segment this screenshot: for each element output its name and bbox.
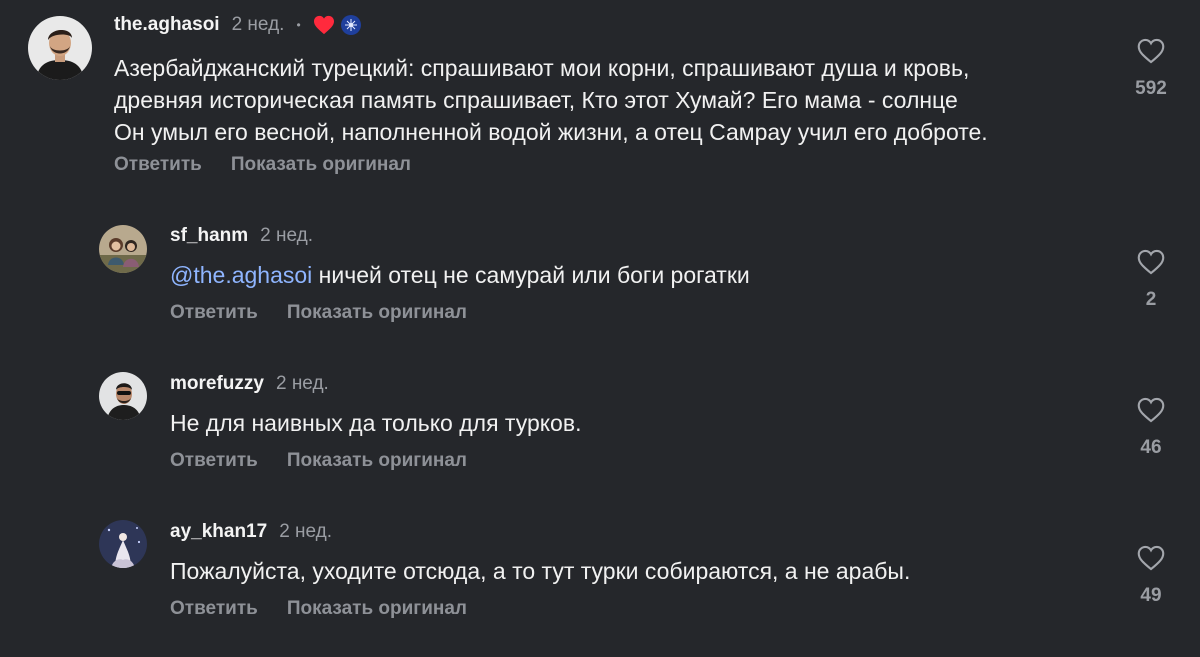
avatar[interactable]	[99, 520, 147, 568]
show-original-button[interactable]: Показать оригинал	[287, 302, 467, 324]
like-count: 49	[1140, 585, 1162, 606]
username[interactable]: sf_hanm	[170, 225, 248, 247]
avatar-image	[28, 16, 92, 80]
timestamp: 2 нед.	[279, 521, 333, 542]
like-count: 592	[1135, 78, 1167, 99]
comment-body: Не для наивных да только для турков.	[170, 410, 582, 436]
username[interactable]: morefuzzy	[170, 373, 264, 395]
comment-body: Пожалуйста, уходите отсюда, а то тут тур…	[170, 558, 911, 584]
username[interactable]: ay_khan17	[170, 521, 267, 543]
comment-text-line: Азербайджанский турецкий: спрашивают мои…	[114, 55, 970, 81]
like-heart-icon[interactable]	[1137, 545, 1165, 571]
like-control: 46	[1121, 397, 1181, 459]
comment-text: Азербайджанский турецкий: спрашивают мои…	[114, 52, 988, 148]
comment-text-line: Он умыл его весной, наполненной водой жи…	[114, 119, 988, 145]
avatar-image	[99, 225, 147, 273]
avatar-image	[99, 520, 147, 568]
reply-button[interactable]: Ответить	[114, 154, 202, 176]
comment-header: ay_khan17 2 нед.	[170, 521, 332, 543]
like-heart-icon[interactable]	[1137, 397, 1165, 423]
username[interactable]: the.aghasoi	[114, 14, 220, 36]
like-heart-icon[interactable]	[1137, 249, 1165, 275]
separator-dot: •	[296, 18, 301, 32]
comment-header: morefuzzy 2 нед.	[170, 373, 329, 395]
comment-body: ничей отец не самурай или боги рогатки	[312, 262, 750, 288]
comment-text: @the.aghasoi ничей отец не самурай или б…	[170, 259, 750, 291]
comment-actions: Ответить Показать оригинал	[114, 154, 411, 176]
avatar[interactable]	[99, 372, 147, 420]
reply-button[interactable]: Ответить	[170, 598, 258, 620]
reply-button[interactable]: Ответить	[170, 302, 258, 324]
mention-link[interactable]: @the.aghasoi	[170, 262, 312, 288]
comment-text-line: древняя историческая память спрашивает, …	[114, 87, 958, 113]
comment-header: sf_hanm 2 нед.	[170, 225, 313, 247]
like-count: 2	[1145, 289, 1157, 310]
reply-button[interactable]: Ответить	[170, 450, 258, 472]
like-count: 46	[1140, 437, 1162, 458]
show-original-button[interactable]: Показать оригинал	[287, 450, 467, 472]
comment-thread: the.aghasoi 2 нед. • Азербайджанский тур…	[0, 0, 1200, 657]
like-control: 2	[1121, 249, 1181, 311]
avatar[interactable]	[28, 16, 92, 80]
comment-actions: Ответить Показать оригинал	[170, 598, 467, 620]
timestamp: 2 нед.	[231, 14, 285, 35]
comment-actions: Ответить Показать оригинал	[170, 450, 467, 472]
avatar-image	[99, 372, 147, 420]
show-original-button[interactable]: Показать оригинал	[287, 598, 467, 620]
show-original-button[interactable]: Показать оригинал	[231, 154, 411, 176]
liked-by-creator-heart-icon	[313, 15, 335, 35]
comment-actions: Ответить Показать оригинал	[170, 302, 467, 324]
comment-text: Не для наивных да только для турков.	[170, 407, 581, 439]
like-heart-icon[interactable]	[1137, 38, 1165, 64]
like-control: 592	[1121, 38, 1181, 100]
avatar[interactable]	[99, 225, 147, 273]
comment-text: Пожалуйста, уходите отсюда, а то тут тур…	[170, 555, 910, 587]
like-control: 49	[1121, 545, 1181, 607]
creator-avatar-badge-icon	[340, 15, 361, 35]
comment-header: the.aghasoi 2 нед. •	[114, 14, 361, 36]
timestamp: 2 нед.	[275, 373, 329, 394]
timestamp: 2 нед.	[260, 225, 313, 246]
